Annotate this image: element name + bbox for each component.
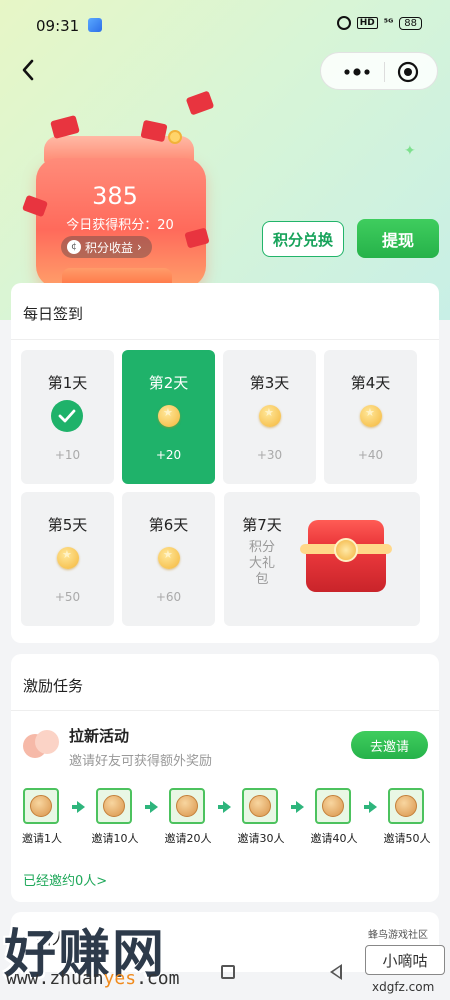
coin-icon xyxy=(360,405,382,427)
app-notification-icon xyxy=(88,18,102,32)
step-label: 邀请20人 xyxy=(164,832,212,845)
treasure-chest-icon xyxy=(300,516,392,606)
points-exchange-button[interactable]: 积分兑换 xyxy=(262,221,344,257)
step-reward-box xyxy=(23,788,59,824)
coin-icon xyxy=(395,795,417,817)
checkin-day-5[interactable]: 第5天 +50 xyxy=(21,492,114,626)
points-total: 385 xyxy=(92,182,138,210)
status-icons: HD ⁵ᴳ 88 xyxy=(336,16,422,30)
points-income-label: 积分收益 xyxy=(85,240,134,255)
day-label: 第7天 xyxy=(242,516,282,534)
day-label: 第3天 xyxy=(249,374,290,392)
check-circle-icon xyxy=(51,400,83,432)
withdraw-button[interactable]: 提现 xyxy=(357,219,439,258)
day-reward: +40 xyxy=(357,448,384,462)
day-label: 第5天 xyxy=(47,516,88,534)
coin-icon xyxy=(168,130,182,144)
income-icon: ¢ xyxy=(67,240,81,254)
close-program-button[interactable] xyxy=(396,60,420,84)
arrow-right-icon xyxy=(145,801,158,813)
step-label: 邀请30人 xyxy=(237,832,285,845)
watermark-box: 小嘀咕 xyxy=(365,945,445,975)
checkin-day-4[interactable]: 第4天 +40 xyxy=(324,350,417,484)
today-points: 今日获得积分：20 xyxy=(66,218,174,233)
day-label: 第1天 xyxy=(47,374,88,392)
step-label: 邀请50人 xyxy=(383,832,431,845)
checkin-day-6[interactable]: 第6天 +60 xyxy=(122,492,215,626)
gift-pack-label: 积分大礼包 xyxy=(248,540,275,587)
checkin-day-1[interactable]: 第1天 +10 xyxy=(21,350,114,484)
coin-icon xyxy=(176,795,198,817)
day-label: 第4天 xyxy=(350,374,391,392)
signal-icon: ⁵ᴳ xyxy=(383,17,394,29)
jar-bottom-decoration xyxy=(62,268,172,284)
day-label: 第2天 xyxy=(148,374,189,392)
battery-icon: 88 xyxy=(399,16,422,30)
day-reward: +20 xyxy=(155,448,182,462)
step-reward-box xyxy=(315,788,351,824)
coin-icon xyxy=(57,547,79,569)
coin-icon xyxy=(158,547,180,569)
day-reward: +10 xyxy=(54,448,81,462)
divider xyxy=(11,710,439,711)
step-reward-box xyxy=(242,788,278,824)
coin-icon xyxy=(30,795,52,817)
checkin-day-2[interactable]: 第2天 +20 xyxy=(122,350,215,484)
status-time: 09:31 xyxy=(36,17,80,35)
divider xyxy=(11,339,439,340)
checkin-title: 每日签到 xyxy=(23,305,84,323)
chevron-right-icon: › xyxy=(137,240,142,254)
status-bar: 09:31 HD ⁵ᴳ 88 xyxy=(0,0,450,50)
capsule-divider xyxy=(384,62,385,82)
back-button[interactable] xyxy=(14,56,42,84)
watermark-url-right: xdgfz.com xyxy=(372,980,435,994)
daily-checkin-card: 每日签到 第1天 +10 第2天 +20 第3天 +30 第4天 +40 第5天… xyxy=(11,283,439,643)
step-reward-box xyxy=(96,788,132,824)
sparkle-icon: ✦ xyxy=(404,143,416,159)
mini-program-capsule xyxy=(320,52,438,90)
arrow-right-icon xyxy=(218,801,231,813)
coin-icon xyxy=(249,795,271,817)
day-reward: +50 xyxy=(54,590,81,604)
day-reward: +60 xyxy=(155,590,182,604)
invite-activity-desc: 邀请好友可获得额外奖励 xyxy=(69,754,213,769)
step-reward-box xyxy=(388,788,424,824)
arrow-right-icon xyxy=(364,801,377,813)
checkin-day-3[interactable]: 第3天 +30 xyxy=(223,350,316,484)
chevron-left-icon xyxy=(22,59,34,81)
system-back-icon[interactable] xyxy=(330,964,342,980)
incentive-tasks-card: 激励任务 拉新活动 邀请好友可获得额外奖励 去邀请 邀请1人 邀请10人 邀请2… xyxy=(11,654,439,902)
watermark-url: www.zhuanyes.com xyxy=(6,968,180,989)
step-label: 邀请1人 xyxy=(22,832,62,845)
day-label: 第6天 xyxy=(148,516,189,534)
step-label: 邀请10人 xyxy=(91,832,139,845)
coin-icon xyxy=(322,795,344,817)
system-home-icon[interactable] xyxy=(221,965,235,979)
invite-activity-title: 拉新活动 xyxy=(69,727,130,745)
day-reward: +30 xyxy=(256,448,283,462)
tasks-title: 激励任务 xyxy=(23,677,84,695)
arrow-right-icon xyxy=(72,801,85,813)
coin-icon xyxy=(259,405,281,427)
points-income-link[interactable]: ¢ 积分收益 › xyxy=(61,236,152,258)
checkin-day-7[interactable]: 第7天 积分大礼包 xyxy=(224,492,420,626)
alarm-icon xyxy=(336,16,351,30)
more-dots-icon xyxy=(344,68,370,76)
watermark-small-text: 蜂鸟游戏社区 xyxy=(368,930,428,941)
invite-activity-icon xyxy=(23,726,59,760)
hd-icon: HD xyxy=(356,17,378,29)
more-button[interactable] xyxy=(337,61,377,83)
invited-count-link[interactable]: 已经邀约0人> xyxy=(23,870,107,889)
target-icon xyxy=(397,61,419,83)
coin-icon xyxy=(103,795,125,817)
step-reward-box xyxy=(169,788,205,824)
step-label: 邀请40人 xyxy=(310,832,358,845)
coin-icon xyxy=(158,405,180,427)
go-invite-button[interactable]: 去邀请 xyxy=(351,731,428,759)
arrow-right-icon xyxy=(291,801,304,813)
